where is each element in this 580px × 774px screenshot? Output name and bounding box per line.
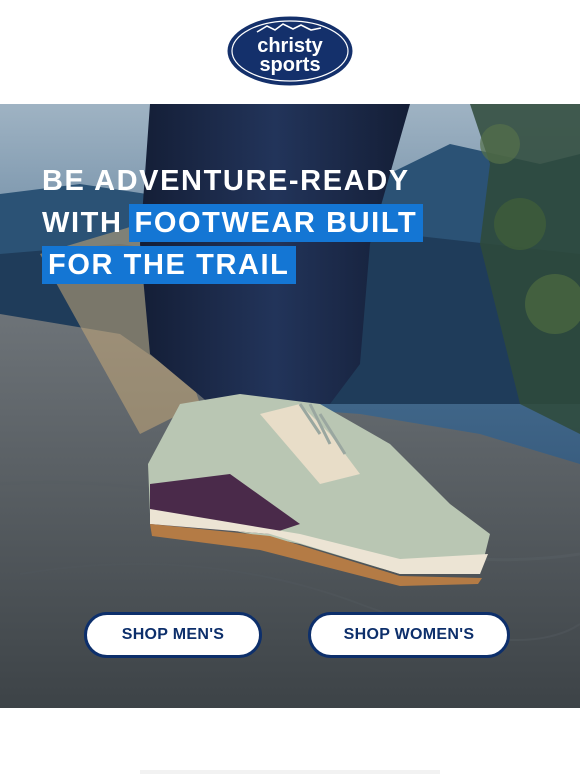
- shop-womens-button[interactable]: SHOP WOMEN'S: [308, 612, 510, 658]
- christy-sports-logo[interactable]: christy sports: [225, 14, 355, 88]
- email-header: christy sports: [0, 0, 580, 104]
- headline-line-2-plain: WITH: [42, 207, 123, 239]
- shop-mens-button[interactable]: SHOP MEN'S: [84, 612, 262, 658]
- below-hero-area: [0, 708, 580, 774]
- headline-line-1: BE ADVENTURE-READY: [42, 165, 410, 197]
- hero-banner[interactable]: BE ADVENTURE-READY WITH FOOTWEAR BUILT FO…: [0, 104, 580, 708]
- headline-line-3-highlight: FOR THE TRAIL: [42, 246, 296, 284]
- headline-line-2-highlight: FOOTWEAR BUILT: [128, 204, 424, 242]
- logo-word-sports: sports: [259, 54, 320, 76]
- divider: [140, 770, 440, 774]
- hero-headline: BE ADVENTURE-READY WITH FOOTWEAR BUILT FO…: [42, 160, 424, 286]
